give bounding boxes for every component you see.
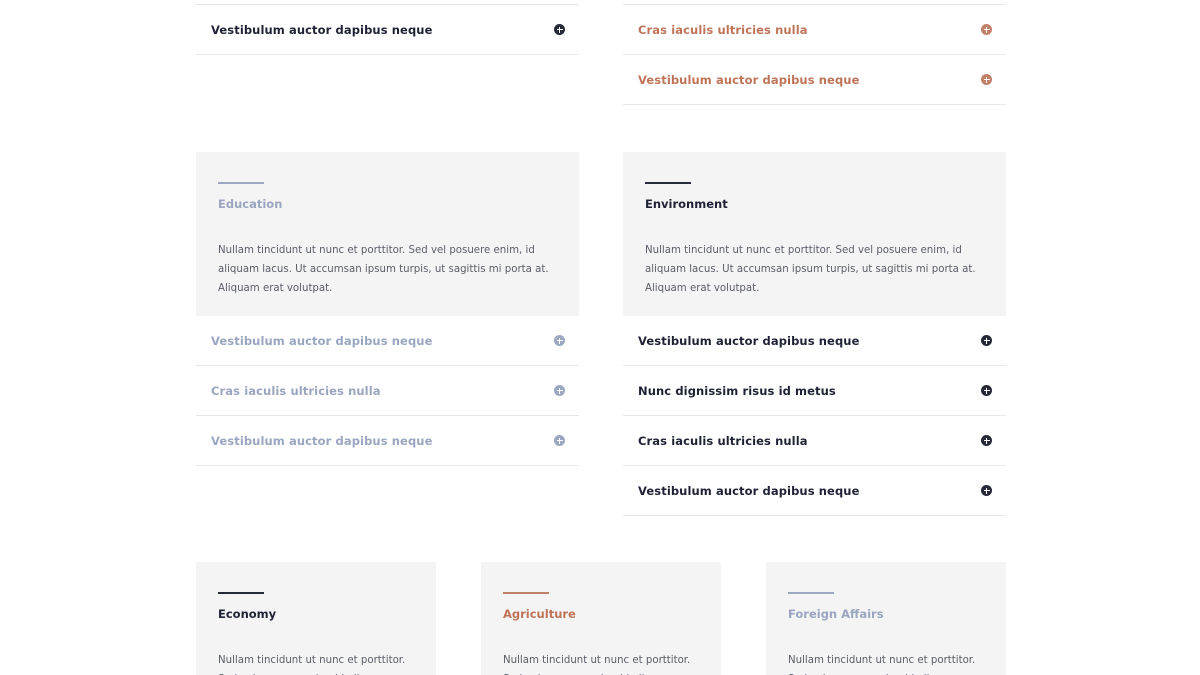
accordion-item[interactable]: Vestibulum auctor dapibus neque [623,55,1006,105]
accordion-item-label: Vestibulum auctor dapibus neque [211,433,433,448]
accordion-item[interactable]: Vestibulum auctor dapibus neque [196,416,579,466]
accordion-item[interactable]: Vestibulum auctor dapibus neque [623,466,1006,516]
card-title: Education [218,197,283,211]
environment-accordion: Vestibulum auctor dapibus neque Nunc dig… [623,316,1006,516]
card-title: Foreign Affairs [788,607,884,621]
accordion-item-label: Vestibulum auctor dapibus neque [638,483,860,498]
card-title: Economy [218,607,277,621]
top-right-accordion: Cras iaculis ultricies nulla Vestibulum … [623,5,1006,105]
foreign-affairs-card: Foreign Affairs Nullam tincidunt ut nunc… [766,562,1006,675]
plus-circle-icon[interactable] [554,435,565,446]
plus-circle-icon[interactable] [554,385,565,396]
economy-card: Economy Nullam tincidunt ut nunc et port… [196,562,436,675]
card-body: Nullam tincidunt ut nunc et porttitor. S… [645,245,976,294]
accordion-item[interactable]: Cras iaculis ultricies nulla [623,5,1006,55]
title-accent-bar [503,592,549,594]
accordion-item[interactable]: Cras iaculis ultricies nulla [623,416,1006,466]
accordion-item-label: Vestibulum auctor dapibus neque [211,333,433,348]
page: Vestibulum auctor dapibus neque Cras iac… [0,0,1200,675]
plus-circle-icon[interactable] [554,335,565,346]
plus-circle-icon[interactable] [981,24,992,35]
title-accent-bar [788,592,834,594]
card-body: Nullam tincidunt ut nunc et porttitor. S… [503,655,691,675]
card-body: Nullam tincidunt ut nunc et porttitor. S… [218,245,549,294]
accordion-item-label: Nunc dignissim risus id metus [638,383,836,398]
accordion-item-label: Cras iaculis ultricies nulla [638,433,808,448]
accordion-item[interactable]: Vestibulum auctor dapibus neque [196,5,579,55]
top-left-accordion: Vestibulum auctor dapibus neque [196,5,579,55]
title-accent-bar [218,182,264,184]
accordion-item[interactable]: Cras iaculis ultricies nulla [196,366,579,416]
plus-circle-icon[interactable] [981,74,992,85]
education-card: Education Nullam tincidunt ut nunc et po… [196,152,579,316]
title-accent-bar [645,182,691,184]
card-body: Nullam tincidunt ut nunc et porttitor. S… [218,655,406,675]
accordion-item[interactable]: Vestibulum auctor dapibus neque [196,316,579,366]
agriculture-card: Agriculture Nullam tincidunt ut nunc et … [481,562,721,675]
accordion-item-label: Vestibulum auctor dapibus neque [638,333,860,348]
accordion-item[interactable]: Vestibulum auctor dapibus neque [623,316,1006,366]
plus-circle-icon[interactable] [981,385,992,396]
environment-card: Environment Nullam tincidunt ut nunc et … [623,152,1006,316]
plus-circle-icon[interactable] [554,24,565,35]
accordion-item-label: Cras iaculis ultricies nulla [638,22,808,37]
accordion-item-label: Cras iaculis ultricies nulla [211,383,381,398]
plus-circle-icon[interactable] [981,335,992,346]
accordion-item-label: Vestibulum auctor dapibus neque [638,72,860,87]
accordion-item-label: Vestibulum auctor dapibus neque [211,22,433,37]
card-title: Environment [645,197,728,211]
title-accent-bar [218,592,264,594]
plus-circle-icon[interactable] [981,435,992,446]
accordion-item[interactable]: Nunc dignissim risus id metus [623,366,1006,416]
card-body: Nullam tincidunt ut nunc et porttitor. S… [788,655,976,675]
card-title: Agriculture [503,607,576,621]
education-accordion: Vestibulum auctor dapibus neque Cras iac… [196,316,579,466]
plus-circle-icon[interactable] [981,485,992,496]
